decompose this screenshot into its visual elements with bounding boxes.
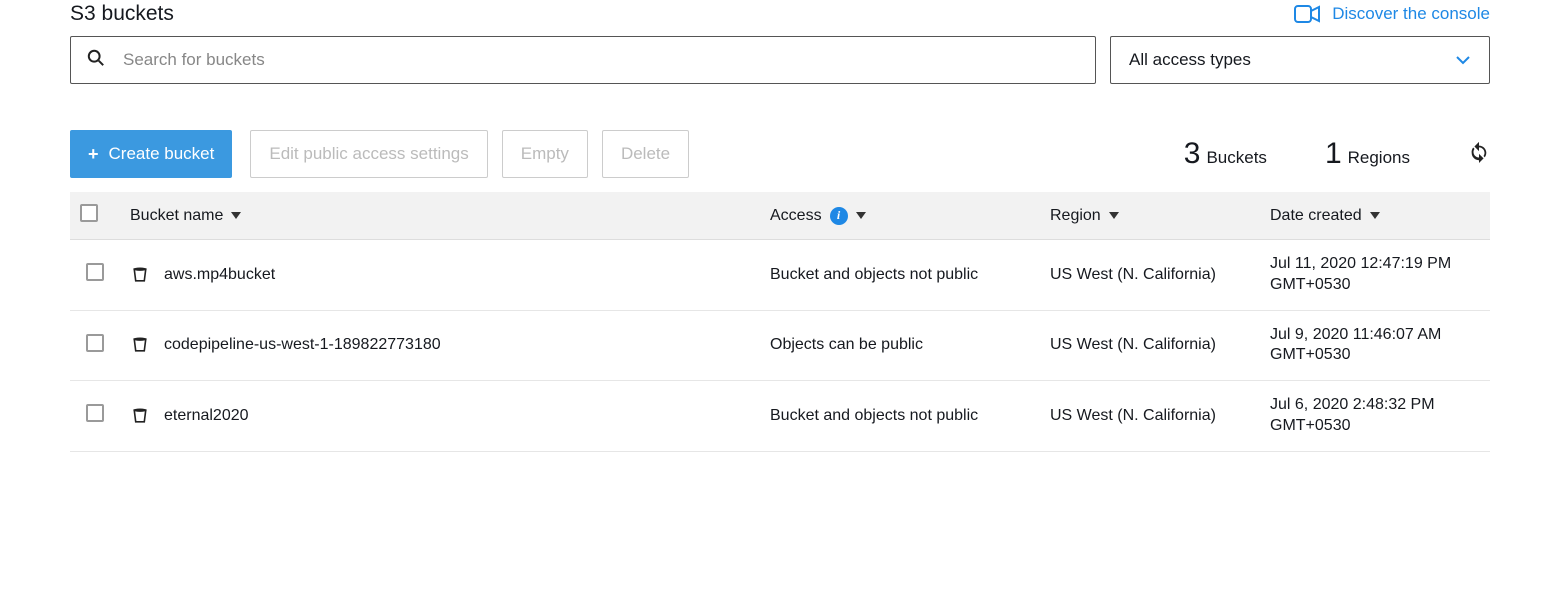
edit-public-access-label: Edit public access settings: [269, 144, 468, 164]
caret-down-icon: [1109, 212, 1119, 219]
info-icon[interactable]: i: [830, 207, 848, 225]
buckets-label: Buckets: [1206, 148, 1266, 168]
bucket-access: Bucket and objects not public: [760, 381, 1040, 452]
access-filter-selected: All access types: [1129, 50, 1251, 70]
table-row: codepipeline-us-west-1-189822773180 Obje…: [70, 310, 1490, 381]
create-bucket-label: Create bucket: [109, 144, 215, 164]
regions-stat: 1 Regions: [1325, 137, 1410, 171]
caret-down-icon: [1370, 212, 1380, 219]
buckets-count: 3: [1184, 137, 1201, 171]
bucket-date: Jul 6, 2020 2:48:32 PM GMT+0530: [1260, 381, 1490, 452]
column-header-region-label: Region: [1050, 207, 1101, 225]
bucket-access: Bucket and objects not public: [760, 240, 1040, 311]
plus-icon: +: [88, 145, 99, 163]
delete-button[interactable]: Delete: [602, 130, 689, 178]
empty-button[interactable]: Empty: [502, 130, 588, 178]
bucket-region: US West (N. California): [1040, 381, 1260, 452]
table-row: aws.mp4bucket Bucket and objects not pub…: [70, 240, 1490, 311]
row-checkbox[interactable]: [86, 263, 104, 281]
search-input[interactable]: [123, 50, 1079, 70]
select-all-checkbox[interactable]: [80, 204, 98, 222]
table-row: eternal2020 Bucket and objects not publi…: [70, 381, 1490, 452]
column-header-region[interactable]: Region: [1050, 207, 1119, 225]
empty-label: Empty: [521, 144, 569, 164]
edit-public-access-button[interactable]: Edit public access settings: [250, 130, 487, 178]
bucket-icon: [130, 265, 150, 285]
bucket-date: Jul 11, 2020 12:47:19 PM GMT+0530: [1260, 240, 1490, 311]
discover-console-link[interactable]: Discover the console: [1332, 4, 1490, 24]
bucket-region: US West (N. California): [1040, 310, 1260, 381]
access-filter-dropdown[interactable]: All access types: [1110, 36, 1490, 84]
discover-console-wrap: Discover the console: [1294, 4, 1490, 24]
chevron-down-icon: [1455, 50, 1471, 70]
bucket-region: US West (N. California): [1040, 240, 1260, 311]
caret-down-icon: [856, 212, 866, 219]
search-icon: [87, 49, 105, 71]
column-header-date[interactable]: Date created: [1270, 207, 1380, 225]
bucket-name-link[interactable]: aws.mp4bucket: [164, 266, 275, 284]
row-checkbox[interactable]: [86, 404, 104, 422]
page-title: S3 buckets: [70, 2, 174, 26]
bucket-name-link[interactable]: codepipeline-us-west-1-189822773180: [164, 336, 441, 354]
column-header-access-label: Access: [770, 207, 822, 225]
bucket-date: Jul 9, 2020 11:46:07 AM GMT+0530: [1260, 310, 1490, 381]
regions-label: Regions: [1348, 148, 1410, 168]
bucket-icon: [130, 406, 150, 426]
column-header-date-label: Date created: [1270, 207, 1362, 225]
regions-count: 1: [1325, 137, 1342, 171]
video-icon: [1294, 5, 1320, 23]
refresh-icon[interactable]: [1468, 141, 1490, 167]
delete-label: Delete: [621, 144, 670, 164]
buckets-stat: 3 Buckets: [1184, 137, 1267, 171]
bucket-access: Objects can be public: [760, 310, 1040, 381]
create-bucket-button[interactable]: + Create bucket: [70, 130, 232, 178]
bucket-name-link[interactable]: eternal2020: [164, 407, 249, 425]
bucket-icon: [130, 335, 150, 355]
column-header-name[interactable]: Bucket name: [130, 207, 241, 225]
row-checkbox[interactable]: [86, 334, 104, 352]
buckets-table: Bucket name Access i Region Dat: [70, 192, 1490, 452]
column-header-access[interactable]: Access i: [770, 207, 866, 225]
column-header-name-label: Bucket name: [130, 207, 223, 225]
search-box[interactable]: [70, 36, 1096, 84]
caret-down-icon: [231, 212, 241, 219]
